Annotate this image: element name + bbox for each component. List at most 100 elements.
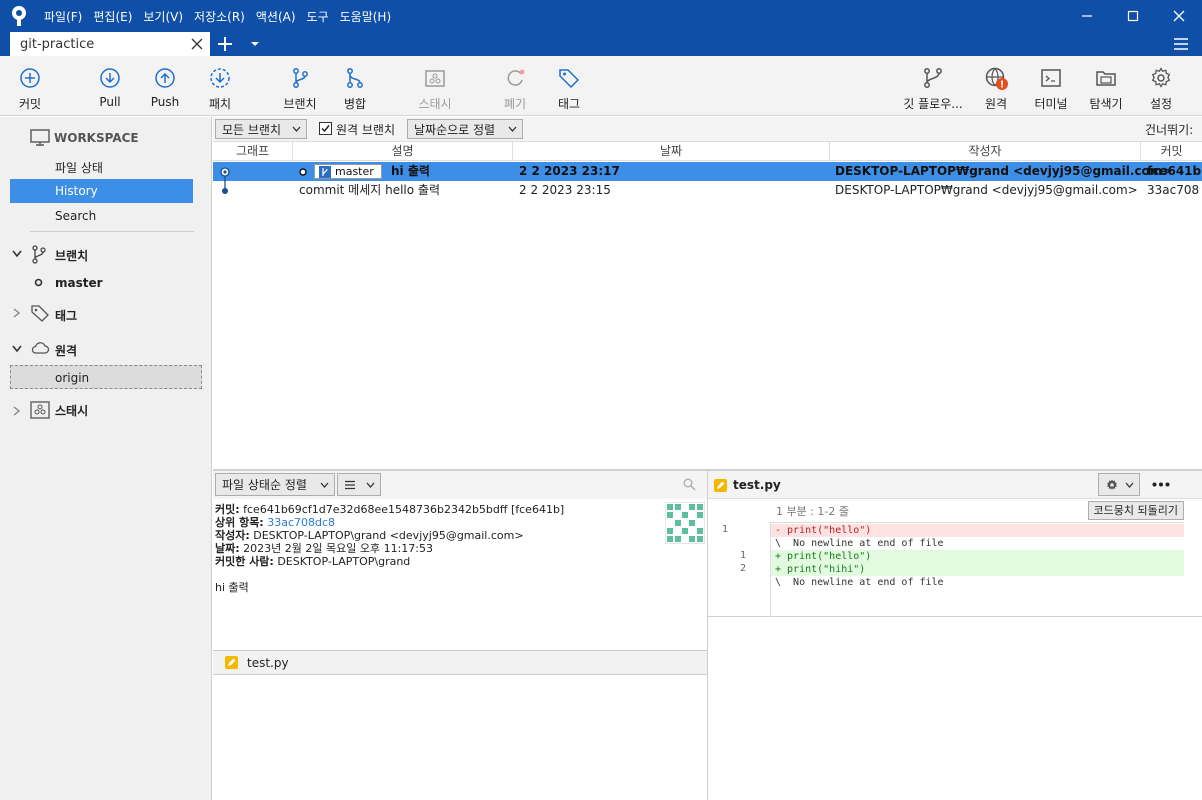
commit-plus-icon <box>20 68 40 88</box>
diff-line-added: + print("hello") <box>771 550 1184 563</box>
detail-committer-value: DESKTOP-LAPTOP\grand <box>277 555 411 568</box>
changed-file-item[interactable]: test.py <box>213 650 707 675</box>
tag-button[interactable]: 태그 <box>552 56 586 116</box>
chevron-down-icon[interactable] <box>250 40 260 48</box>
jump-to-label[interactable]: 건너뛰기: <box>1145 121 1193 138</box>
modified-file-icon <box>714 479 727 492</box>
folder-icon <box>1096 71 1116 86</box>
discard-button[interactable]: 폐기 <box>498 56 532 116</box>
commit-date: 2 2 2023 23:15 <box>519 183 611 197</box>
column-graph[interactable]: 그래프 <box>213 142 293 161</box>
commit-row[interactable]: master hi 출력 2 2 2023 23:17 DESKTOP-LAPT… <box>213 162 1202 181</box>
show-remote-label: 원격 브랜치 <box>336 123 396 137</box>
globe-icon: ! <box>985 67 1008 90</box>
repo-tab[interactable]: git-practice <box>10 32 210 56</box>
chevron-right-icon[interactable] <box>13 406 21 416</box>
tag-icon <box>559 69 580 89</box>
revert-hunk-button[interactable]: 코드뭉치 되돌리기 <box>1087 501 1184 520</box>
fetch-button[interactable]: 패치 <box>202 56 238 116</box>
hamburger-menu-icon[interactable] <box>1172 36 1190 52</box>
column-commit[interactable]: 커밋 <box>1141 142 1202 161</box>
cloud-icon <box>31 342 50 354</box>
settings-label: 설정 <box>1149 97 1173 111</box>
sidebar-item-file-status[interactable]: 파일 상태 <box>55 159 103 176</box>
commit-row[interactable]: commit 메세지 hello 출력 2 2 2023 23:15 DESKT… <box>213 181 1202 200</box>
menu-file[interactable]: 파일(F) <box>44 8 82 25</box>
detail-date-label: 날짜: <box>215 542 240 555</box>
sidebar-item-history-label: History <box>55 184 98 198</box>
sidebar-remote-origin[interactable]: origin <box>10 365 202 389</box>
detail-commit-line: 커밋: fce641b69cf1d7e32d68ee1548736b2342b5… <box>215 503 705 516</box>
stash-button[interactable]: 스태시 <box>412 56 458 116</box>
commit-table-header: 그래프 설명 날짜 작성자 커밋 <box>213 142 1202 161</box>
diff-line-meta: \ No newline at end of file <box>775 577 944 588</box>
git-flow-button[interactable]: 깃 플로우... <box>900 56 966 116</box>
file-sort-dropdown[interactable]: 파일 상태순 정렬 <box>215 473 335 496</box>
merge-button[interactable]: 병합 <box>338 56 372 116</box>
show-remote-checkbox[interactable] <box>319 122 332 135</box>
pull-button[interactable]: Pull <box>92 56 128 116</box>
more-options-icon[interactable] <box>1152 482 1170 487</box>
sidebar-tags-heading[interactable]: 태그 <box>55 307 77 324</box>
explorer-button[interactable]: 탐색기 <box>1084 56 1128 116</box>
branch-filter-dropdown[interactable]: 모든 브랜치 <box>215 119 307 139</box>
sourcetree-logo-icon <box>12 6 26 26</box>
commit-button[interactable]: 커밋 <box>12 56 48 116</box>
title-bar: 파일(F) 편집(E) 보기(V) 저장소(R) 액션(A) 도구 도움말(H) <box>0 0 1202 32</box>
menu-actions[interactable]: 액션(A) <box>256 8 296 25</box>
diff-line-meta: \ No newline at end of file <box>775 538 944 549</box>
settings-button[interactable]: 설정 <box>1144 56 1178 116</box>
menu-help[interactable]: 도움말(H) <box>340 8 392 25</box>
column-description[interactable]: 설명 <box>293 142 513 161</box>
chevron-down-icon <box>366 482 375 488</box>
new-tab-icon[interactable] <box>216 36 234 52</box>
diff-line-added: + print("hihi") <box>771 563 1184 576</box>
commit-hash: 33ac708 <box>1147 183 1200 197</box>
sidebar-item-history[interactable]: History <box>10 179 193 203</box>
diff-options-dropdown[interactable] <box>1098 473 1140 496</box>
diff-file-name: test.py <box>733 478 781 492</box>
chevron-down-icon <box>292 126 301 132</box>
sidebar-stashes-heading[interactable]: 스태시 <box>55 402 88 419</box>
new-line-number: 2 <box>739 563 746 574</box>
push-label: Push <box>150 95 180 109</box>
push-button[interactable]: Push <box>146 56 184 116</box>
git-flow-label: 깃 플로우... <box>903 97 963 111</box>
diff-hunk-header: 1 부분 : 1-2 줄 코드뭉치 되돌리기 <box>770 499 1184 523</box>
menu-view[interactable]: 보기(V) <box>143 8 183 25</box>
branch-label: 브랜치 <box>283 97 317 111</box>
close-window-button[interactable] <box>1156 0 1202 32</box>
current-branch-icon <box>34 278 43 287</box>
column-date[interactable]: 날짜 <box>513 142 830 161</box>
close-tab-icon[interactable] <box>190 37 204 51</box>
detail-author-line: 작성자: DESKTOP-LAPTOP\grand <devjyj95@gmai… <box>215 529 705 542</box>
branch-button[interactable]: 브랜치 <box>278 56 322 116</box>
diff-line-removed: - print("hello") <box>771 524 1184 537</box>
file-list-toolbar: 파일 상태순 정렬 <box>213 471 707 499</box>
chevron-right-icon[interactable] <box>13 308 21 318</box>
stash-icon <box>425 70 445 87</box>
sidebar-branch-master[interactable]: master <box>55 276 103 290</box>
view-mode-dropdown[interactable] <box>337 473 381 496</box>
commit-author: DESKTOP-LAPTOP₩grand <devjyj95@gmail.com… <box>835 164 1173 178</box>
commit-author: DESKTOP-LAPTOP₩grand <devjyj95@gmail.com… <box>835 183 1138 197</box>
sidebar-remotes-heading[interactable]: 원격 <box>55 342 77 359</box>
chevron-down-icon[interactable] <box>12 345 22 353</box>
column-author[interactable]: 작성자 <box>830 142 1141 161</box>
explorer-label: 탐색기 <box>1089 97 1123 111</box>
remote-button[interactable]: ! 원격 <box>978 56 1014 116</box>
detail-author-value: DESKTOP-LAPTOP\grand <devjyj95@gmail.com… <box>253 529 524 542</box>
sidebar-branches-heading[interactable]: 브랜치 <box>55 247 88 264</box>
menu-tools[interactable]: 도구 <box>307 8 329 25</box>
menu-edit[interactable]: 편집(E) <box>93 8 132 25</box>
detail-parent-link[interactable]: 33ac708dc8 <box>267 516 335 529</box>
sidebar-item-search[interactable]: Search <box>55 209 96 223</box>
sort-dropdown[interactable]: 날짜순으로 정렬 <box>407 119 523 139</box>
minimize-button[interactable] <box>1064 0 1110 32</box>
chevron-down-icon[interactable] <box>12 250 22 258</box>
sidebar: WORKSPACE 파일 상태 History Search 브랜치 maste… <box>0 117 212 800</box>
maximize-button[interactable] <box>1110 0 1156 32</box>
search-icon[interactable] <box>683 478 696 491</box>
menu-repository[interactable]: 저장소(R) <box>194 8 245 25</box>
terminal-button[interactable]: 터미널 <box>1030 56 1072 116</box>
